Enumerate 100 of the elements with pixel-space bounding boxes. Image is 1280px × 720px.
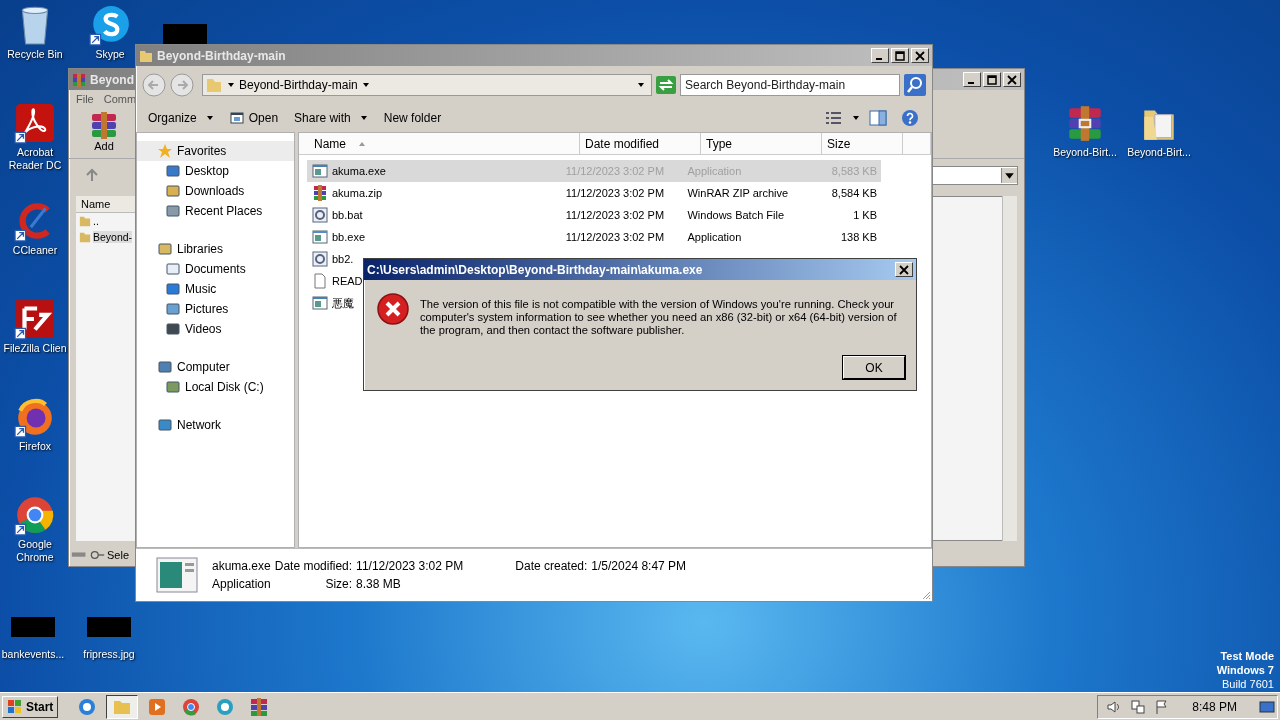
caret-icon[interactable] bbox=[637, 81, 645, 89]
table-cell-text: 11/12/2023 3:02 PM bbox=[564, 231, 666, 243]
app-icon[interactable] bbox=[77, 696, 98, 717]
share-with-menu[interactable]: Share with bbox=[290, 109, 376, 127]
help-icon[interactable] bbox=[901, 109, 919, 127]
file-thumbnail-icon[interactable] bbox=[11, 617, 55, 637]
resize-grip-icon[interactable] bbox=[921, 590, 931, 600]
nav-item[interactable]: Music bbox=[185, 282, 217, 296]
open-button[interactable]: Open bbox=[225, 109, 287, 127]
four-squares-icon[interactable] bbox=[7, 698, 23, 715]
os-notice-text: Build 7601 bbox=[1222, 677, 1274, 691]
archive-icon[interactable] bbox=[249, 696, 270, 717]
pictures-icon bbox=[165, 301, 181, 317]
nav-item[interactable]: Pictures bbox=[185, 302, 229, 316]
network-icon[interactable] bbox=[1130, 698, 1147, 715]
file-name[interactable]: bb.exe bbox=[332, 231, 366, 243]
nav-item[interactable]: Recent Places bbox=[185, 204, 263, 218]
app-icon[interactable] bbox=[14, 494, 56, 536]
network-icon bbox=[157, 417, 173, 433]
file-thumbnail-icon[interactable] bbox=[163, 24, 207, 44]
app-icon[interactable] bbox=[14, 102, 56, 144]
nav-item[interactable]: Desktop bbox=[185, 164, 230, 178]
table-cell-text: Windows Batch File bbox=[686, 209, 786, 221]
file-name[interactable]: akuma.exe bbox=[332, 165, 386, 177]
os-notice-text: Test Mode bbox=[1220, 649, 1274, 663]
file-name[interactable]: Beyond- bbox=[93, 231, 133, 243]
desktop-icon-label[interactable]: FileZilla Clien bbox=[3, 342, 67, 355]
column-header[interactable]: Date modified bbox=[580, 133, 701, 155]
close-button[interactable] bbox=[895, 262, 913, 277]
preview-pane-icon[interactable] bbox=[869, 110, 887, 126]
gear-file-icon bbox=[312, 251, 328, 267]
desktop-icon-label[interactable]: Google Chrome bbox=[2, 538, 68, 564]
refresh-icon[interactable] bbox=[656, 76, 676, 94]
nav-item[interactable]: Videos bbox=[185, 322, 222, 336]
app-icon[interactable] bbox=[14, 298, 56, 340]
search-field[interactable]: Search Beyond-Birthday-main bbox=[680, 74, 900, 96]
file-name[interactable]: bb2. bbox=[332, 253, 354, 265]
desktop-icon-label[interactable]: Beyond-Birt... bbox=[1053, 146, 1117, 159]
application-icon bbox=[312, 163, 328, 179]
window-title: Beyond bbox=[90, 72, 134, 87]
column-header[interactable]: Name bbox=[76, 196, 135, 213]
folder-icon bbox=[79, 215, 91, 227]
menu-item[interactable]: Comm bbox=[103, 93, 137, 105]
new-folder-button[interactable]: New folder bbox=[379, 109, 450, 127]
show-desktop-icon[interactable] bbox=[1259, 698, 1275, 715]
scrollbar[interactable] bbox=[1002, 196, 1017, 541]
caret-icon[interactable] bbox=[227, 81, 235, 89]
ok-button[interactable]: OK bbox=[843, 356, 905, 379]
error-message: The version of this file is not compatible with the version of Windows you're running. Check your computer's system information to see whether you need an x86 (32-bit) or x64 (64-bit) version of the program, and then contact the software publisher. bbox=[420, 297, 898, 337]
view-list-icon[interactable] bbox=[825, 110, 843, 126]
column-header[interactable]: Name bbox=[299, 133, 580, 155]
caret-icon[interactable] bbox=[852, 114, 860, 122]
downloads-icon bbox=[165, 183, 181, 199]
add-button[interactable]: Add bbox=[89, 110, 119, 156]
file-name[interactable]: READ bbox=[332, 275, 363, 287]
file-type: Application bbox=[212, 577, 271, 591]
table-cell-text: 8,584 KB bbox=[830, 187, 878, 199]
column-header[interactable]: Size bbox=[822, 133, 903, 155]
file-name[interactable]: akuma.zip bbox=[332, 187, 383, 199]
nav-item[interactable]: Downloads bbox=[185, 184, 245, 198]
table-cell-text: 8,583 KB bbox=[830, 165, 878, 177]
start-button[interactable]: Start bbox=[2, 695, 59, 718]
nav-item[interactable]: Local Disk (C:) bbox=[185, 380, 264, 394]
desktop-icon-label[interactable]: Firefox bbox=[18, 440, 52, 453]
menu-item[interactable]: File bbox=[76, 93, 94, 105]
desktop-icon-label[interactable]: Recycle Bin bbox=[7, 48, 63, 61]
desktop-icon-label[interactable]: Beyond-Birt... bbox=[1127, 146, 1191, 159]
star-icon bbox=[157, 143, 173, 159]
file-name[interactable]: bb.bat bbox=[332, 209, 363, 221]
nav-item[interactable]: Computer bbox=[177, 360, 230, 374]
desktop-icon bbox=[165, 163, 181, 179]
caret-icon[interactable] bbox=[359, 114, 368, 122]
desktop-icon-label[interactable]: Skype bbox=[95, 48, 125, 61]
app-icon[interactable] bbox=[89, 4, 131, 46]
table-cell-text: 11/12/2023 3:02 PM bbox=[564, 187, 666, 199]
window-icon[interactable] bbox=[229, 111, 244, 125]
detail-value: 11/12/2023 3:02 PM bbox=[356, 559, 464, 573]
caret-icon[interactable] bbox=[205, 114, 214, 122]
file-name[interactable]: 悪魔 bbox=[332, 295, 354, 311]
nav-item[interactable]: Libraries bbox=[177, 242, 224, 256]
desktop-icon-label[interactable]: Acrobat Reader DC bbox=[2, 146, 68, 172]
table-cell-text: 1 KB bbox=[852, 209, 878, 221]
file-thumbnail-icon[interactable] bbox=[87, 617, 131, 637]
file-name[interactable]: .. bbox=[93, 215, 99, 227]
desktop-icon-label[interactable]: fripress.jpg bbox=[83, 648, 135, 661]
address-bar[interactable]: Beyond-Birthday-main bbox=[202, 74, 652, 96]
nav-item[interactable]: Network bbox=[177, 418, 221, 432]
desktop-icon-label[interactable]: bankevents... bbox=[1, 648, 65, 661]
clock[interactable]: 8:48 PM bbox=[1192, 699, 1237, 714]
window-title: Beyond-Birthday-main bbox=[157, 48, 286, 63]
column-header[interactable]: Type bbox=[701, 133, 822, 155]
organize-menu[interactable]: Organize bbox=[144, 109, 222, 127]
nav-item[interactable]: Documents bbox=[185, 262, 246, 276]
application-icon bbox=[156, 557, 198, 593]
search-icon[interactable] bbox=[904, 74, 926, 96]
desktop-icon-label[interactable]: CCleaner bbox=[12, 244, 58, 257]
caret-icon[interactable] bbox=[361, 81, 370, 89]
caret-icon[interactable] bbox=[1001, 167, 1017, 183]
selected-row[interactable]: akuma.exe 11/12/2023 3:02 PM Application 8,583 KB bbox=[307, 160, 881, 182]
table-cell-text: Application bbox=[686, 231, 743, 243]
